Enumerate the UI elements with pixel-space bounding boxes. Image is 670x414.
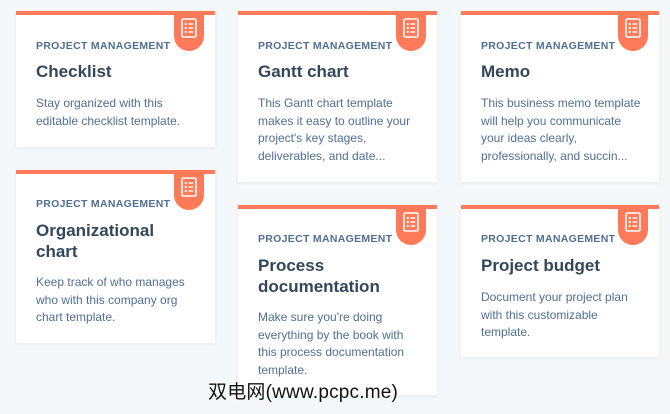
card-title[interactable]: Memo bbox=[481, 61, 651, 82]
card-category: PROJECT MANAGEMENT bbox=[481, 40, 616, 52]
card-category: PROJECT MANAGEMENT bbox=[36, 40, 171, 52]
card-category: PROJECT MANAGEMENT bbox=[258, 233, 393, 245]
template-card-gantt-chart[interactable]: PROJECT MANAGEMENT Gantt chart This Gant… bbox=[238, 11, 437, 182]
card-description: Stay organized with this editable checkl… bbox=[36, 96, 181, 128]
template-badge bbox=[396, 11, 426, 51]
template-card-process-documentation[interactable]: PROJECT MANAGEMENT Process documentation… bbox=[238, 205, 437, 395]
document-list-icon bbox=[625, 212, 641, 232]
card-description: This business memo template will help yo… bbox=[481, 96, 641, 163]
card-description: This Gantt chart template makes it easy … bbox=[258, 96, 411, 163]
card-title[interactable]: Process documentation bbox=[258, 255, 398, 297]
template-badge bbox=[174, 170, 204, 210]
document-list-icon bbox=[181, 177, 197, 197]
template-card-project-budget[interactable]: PROJECT MANAGEMENT Project budget Docume… bbox=[461, 205, 659, 357]
template-badge bbox=[618, 205, 648, 245]
card-title[interactable]: Project budget bbox=[481, 255, 651, 276]
document-list-icon bbox=[403, 212, 419, 232]
template-card-memo[interactable]: PROJECT MANAGEMENT Memo This business me… bbox=[461, 11, 659, 182]
template-card-organizational-chart[interactable]: PROJECT MANAGEMENT Organizational chart … bbox=[16, 170, 215, 343]
document-list-icon bbox=[625, 18, 641, 38]
watermark-text: 双电网(www.pcpc.me) bbox=[208, 382, 399, 403]
card-title[interactable]: Gantt chart bbox=[258, 61, 428, 82]
card-description: Make sure you're doing everything by the… bbox=[258, 310, 405, 377]
card-description: Document your project plan with this cus… bbox=[481, 290, 628, 339]
document-list-icon bbox=[181, 18, 197, 38]
card-category: PROJECT MANAGEMENT bbox=[36, 198, 171, 210]
template-badge bbox=[174, 11, 204, 51]
template-card-checklist[interactable]: PROJECT MANAGEMENT Checklist Stay organi… bbox=[16, 11, 215, 147]
card-description: Keep track of who manages who with this … bbox=[36, 275, 185, 324]
template-badge bbox=[618, 11, 648, 51]
card-title[interactable]: Checklist bbox=[36, 61, 206, 82]
document-list-icon bbox=[403, 18, 419, 38]
card-category: PROJECT MANAGEMENT bbox=[481, 233, 616, 245]
card-title[interactable]: Organizational chart bbox=[36, 220, 181, 262]
template-badge bbox=[396, 205, 426, 245]
card-category: PROJECT MANAGEMENT bbox=[258, 40, 393, 52]
